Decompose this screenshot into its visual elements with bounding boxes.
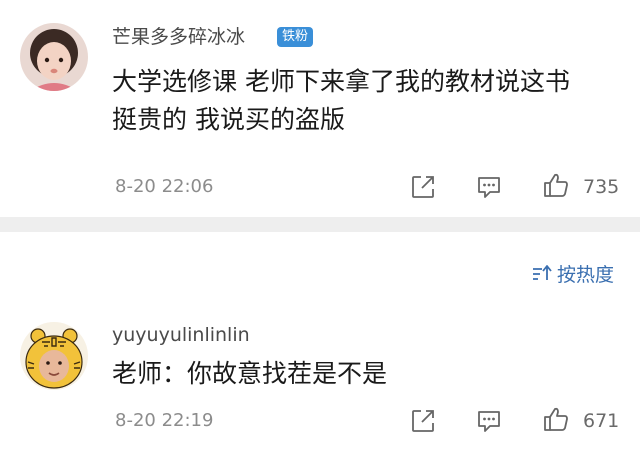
share-icon[interactable] xyxy=(410,174,436,200)
comment-timestamp: 8-20 22:06 xyxy=(115,176,214,197)
comment-item: 芒果多多碎冰冰 铁粉 大学选修课 老师下来拿了我的教材说这书 挺贵的 我说买的盗… xyxy=(0,0,640,217)
thumbs-up-icon[interactable] xyxy=(543,406,569,432)
like-count: 671 xyxy=(583,410,620,432)
like-count: 735 xyxy=(583,176,620,198)
share-icon[interactable] xyxy=(410,408,436,434)
thumbs-up-icon[interactable] xyxy=(543,172,569,198)
comment-timestamp: 8-20 22:19 xyxy=(115,410,214,431)
comment-text-line: 老师：你故意找茬是不是 xyxy=(112,359,388,388)
comment-text-line: 挺贵的 我说买的盗版 xyxy=(112,105,345,134)
sort-label: 按热度 xyxy=(556,263,614,286)
avatar-girl-image xyxy=(20,23,88,91)
comment-username[interactable]: 芒果多多碎冰冰 xyxy=(112,26,245,48)
comment-icon[interactable] xyxy=(476,174,502,200)
fan-badge: 铁粉 xyxy=(277,27,314,47)
section-divider xyxy=(0,217,640,232)
comment-item: yuyuyulinlinlin 老师：你故意找茬是不是 8-20 22:19 6… xyxy=(0,300,640,451)
comment-icon[interactable] xyxy=(476,408,502,434)
avatar-tiger-image xyxy=(20,322,88,390)
sort-icon xyxy=(532,264,552,282)
avatar[interactable] xyxy=(20,322,88,390)
comment-username[interactable]: yuyuyulinlinlin xyxy=(112,324,250,346)
avatar[interactable] xyxy=(20,23,88,91)
sort-by-hot-button[interactable]: 按热度 xyxy=(532,260,614,286)
